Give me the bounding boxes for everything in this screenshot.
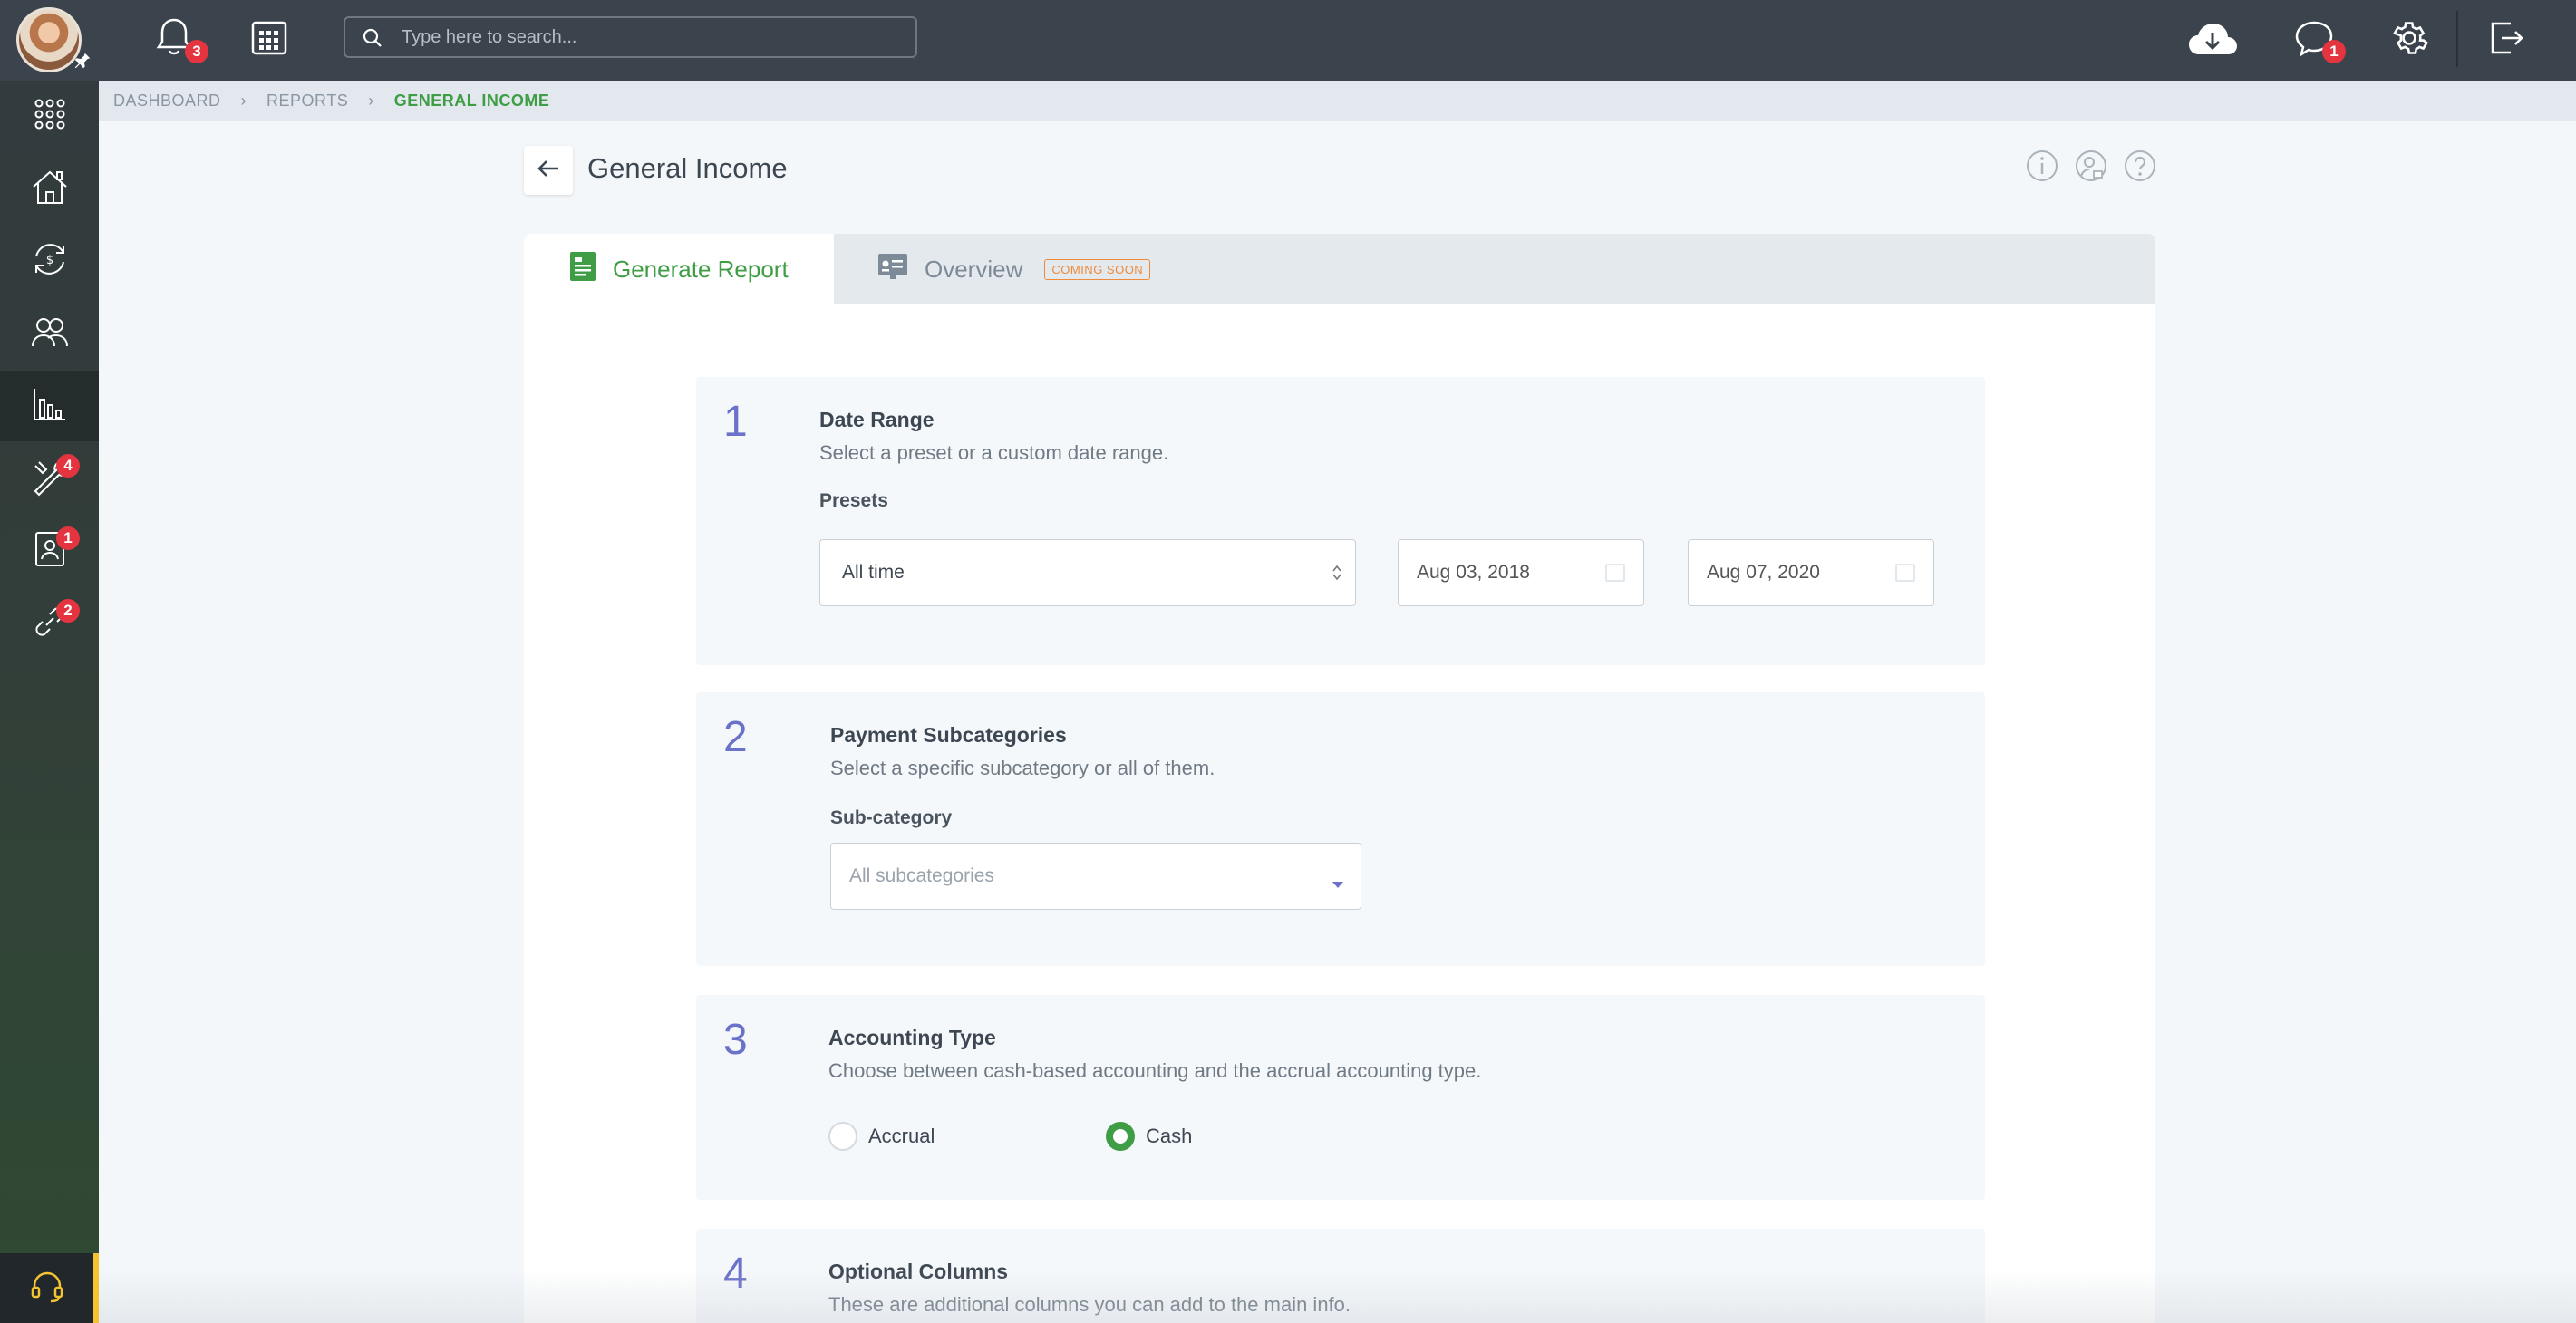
support-button[interactable] [0, 1253, 99, 1323]
presets-value: All time [842, 562, 905, 583]
notifications-badge: 3 [185, 40, 208, 63]
date-from-field[interactable]: Aug 03, 2018 [1398, 539, 1644, 606]
grid-icon [32, 96, 68, 137]
notifications-bell-icon[interactable]: 3 [154, 16, 208, 63]
date-to-value: Aug 07, 2020 [1707, 562, 1820, 583]
sidebar-item-integrations[interactable]: 2 [0, 588, 99, 659]
search-input[interactable] [402, 24, 900, 51]
step-body: Payment Subcategories Select a specific … [830, 723, 1972, 829]
report-tabs: Generate Report Overview COMING SOON [524, 234, 2155, 304]
gear-icon[interactable] [2389, 18, 2429, 63]
coming-soon-badge: COMING SOON [1044, 258, 1151, 280]
search-icon [362, 27, 383, 53]
sidebar-item-people[interactable] [0, 298, 99, 369]
step-title: Accounting Type [828, 1026, 996, 1049]
radio-cash-circle[interactable] [1106, 1122, 1135, 1151]
calendar-grid-icon[interactable] [250, 18, 288, 61]
step-description: These are additional columns you can add… [828, 1293, 1351, 1316]
user-lock-icon[interactable] [2074, 149, 2108, 183]
step-title: Payment Subcategories [830, 723, 1067, 747]
sidebar-item-contacts[interactable]: 1 [0, 516, 99, 586]
breadcrumb-dashboard[interactable]: DASHBOARD [113, 92, 221, 111]
updown-arrows-icon [1332, 562, 1342, 589]
calendar-icon[interactable] [1895, 564, 1915, 582]
caret-down-icon [1332, 873, 1344, 894]
subcategory-placeholder: All subcategories [849, 865, 994, 886]
presets-label: Presets [819, 490, 888, 511]
presentation-icon [877, 253, 908, 286]
breadcrumb-current: GENERAL INCOME [393, 92, 550, 110]
breadcrumb-reports[interactable]: REPORTS [266, 92, 348, 111]
people-icon [30, 314, 70, 354]
step-body: Optional Columns These are additional co… [828, 1260, 1971, 1317]
header-actions [2025, 149, 2157, 183]
messages-icon[interactable]: 1 [2293, 18, 2346, 64]
pin-icon[interactable] [73, 51, 92, 71]
step-body: Accounting Type Choose between cash-base… [828, 1026, 1971, 1083]
chevron-right-icon: › [368, 92, 374, 110]
svg-text:$: $ [45, 254, 53, 267]
date-from-value: Aug 03, 2018 [1417, 562, 1530, 583]
sidebar-item-apps[interactable] [0, 81, 99, 151]
report-doc-icon [569, 251, 596, 288]
radio-accrual-label: Accrual [868, 1125, 935, 1147]
step-date-range: 1 Date Range Select a preset or a custom… [696, 377, 1985, 665]
help-icon[interactable] [2123, 149, 2157, 183]
integrations-badge: 2 [56, 599, 80, 623]
chevron-right-icon: › [240, 92, 247, 110]
subcategory-select[interactable]: All subcategories [830, 843, 1361, 910]
step-number: 4 [723, 1250, 748, 1298]
step-body: Date Range Select a preset or a custom d… [819, 408, 1961, 512]
search-box [344, 16, 917, 58]
step-payment-subcategories: 2 Payment Subcategories Select a specifi… [696, 692, 1985, 966]
headset-icon [29, 1268, 65, 1309]
presets-select[interactable]: All time [819, 539, 1356, 606]
bar-chart-icon [31, 385, 69, 428]
tab-generate-report[interactable]: Generate Report [524, 234, 834, 304]
subcategory-label: Sub-category [830, 807, 953, 828]
step-optional-columns: 4 Optional Columns These are additional … [696, 1229, 1985, 1323]
breadcrumb: DASHBOARD › REPORTS › GENERAL INCOME [113, 92, 549, 111]
cloud-download-icon[interactable] [2186, 20, 2239, 63]
sidebar: $ 4 1 2 [0, 81, 99, 1323]
topbar-divider [2456, 11, 2458, 67]
tab-overview-label: Overview [925, 255, 1023, 283]
step-description: Choose between cash-based accounting and… [828, 1059, 1482, 1082]
date-to-field[interactable]: Aug 07, 2020 [1688, 539, 1934, 606]
logout-icon[interactable] [2487, 18, 2525, 63]
radio-accrual[interactable]: Accrual [828, 1122, 935, 1151]
radio-accrual-circle[interactable] [828, 1122, 857, 1151]
calendar-icon[interactable] [1605, 564, 1625, 582]
house-icon [30, 167, 70, 211]
sidebar-item-reports[interactable] [0, 371, 99, 441]
sidebar-item-payments[interactable]: $ [0, 226, 99, 296]
step-description: Select a specific subcategory or all of … [830, 757, 1215, 779]
radio-cash-label: Cash [1146, 1125, 1193, 1147]
contacts-badge: 1 [56, 526, 80, 550]
step-title: Optional Columns [828, 1260, 1009, 1283]
step-accounting-type: 3 Accounting Type Choose between cash-ba… [696, 995, 1985, 1200]
step-description: Select a preset or a custom date range. [819, 441, 1169, 464]
step-number: 3 [723, 1016, 748, 1064]
radio-cash[interactable]: Cash [1106, 1122, 1192, 1151]
step-title: Date Range [819, 408, 935, 431]
info-icon[interactable] [2025, 149, 2059, 183]
back-button[interactable] [524, 146, 573, 195]
sidebar-item-maintenance[interactable]: 4 [0, 443, 99, 514]
tab-overview[interactable]: Overview COMING SOON [877, 234, 1151, 304]
breadcrumb-bar: DASHBOARD › REPORTS › GENERAL INCOME [99, 81, 2576, 121]
maintenance-badge: 4 [56, 454, 80, 478]
arrow-left-icon [537, 159, 560, 183]
sidebar-item-properties[interactable] [0, 153, 99, 224]
top-bar: 3 1 [0, 0, 2576, 81]
messages-badge: 1 [2322, 40, 2346, 63]
exchange-icon: $ [31, 240, 69, 283]
step-number: 1 [723, 398, 748, 446]
tab-generate-label: Generate Report [613, 255, 789, 283]
page-title: General Income [587, 152, 788, 184]
step-number: 2 [723, 713, 748, 761]
